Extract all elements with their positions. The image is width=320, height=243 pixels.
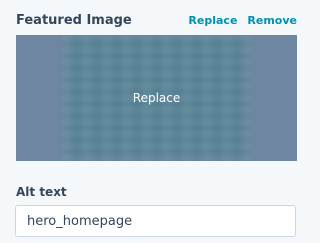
- replace-overlay[interactable]: Replace: [16, 35, 297, 161]
- featured-image-preview[interactable]: Replace: [16, 35, 297, 161]
- featured-image-title: Featured Image: [16, 13, 132, 28]
- replace-link[interactable]: Replace: [188, 14, 237, 27]
- featured-image-panel: Featured Image Replace Remove Replace Al…: [0, 0, 312, 243]
- alt-text-input[interactable]: [15, 205, 296, 237]
- remove-link[interactable]: Remove: [247, 14, 297, 27]
- alt-text-label: Alt text: [16, 185, 67, 199]
- image-actions: Replace Remove: [188, 14, 297, 27]
